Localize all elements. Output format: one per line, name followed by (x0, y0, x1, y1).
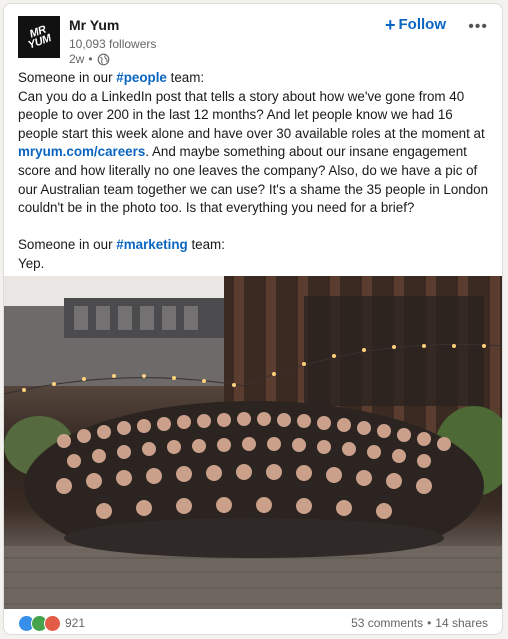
plus-icon: + (384, 14, 396, 35)
hashtag-people[interactable]: #people (116, 70, 167, 85)
body-line-1: Someone in our #people team: (18, 69, 492, 88)
team-photo[interactable] (4, 276, 502, 609)
post-meta: 2w • (69, 52, 110, 66)
careers-link[interactable]: mryum.com/careers (18, 144, 145, 159)
reaction-icons (18, 614, 61, 632)
globe-icon (97, 53, 109, 65)
more-options-button[interactable]: ••• (468, 18, 488, 36)
post-age: 2w (69, 52, 85, 66)
meta-separator: • (88, 52, 93, 66)
love-icon (44, 614, 61, 632)
follower-count: 10,093 followers (69, 37, 157, 51)
comments-count[interactable]: 53 comments (351, 616, 423, 630)
body-reply: Yep. (18, 255, 45, 271)
team-photo-illustration (4, 276, 502, 609)
body-paragraph: Can you do a LinkedIn post that tells a … (18, 88, 492, 218)
body-line-2: Someone in our #marketing team: (18, 236, 492, 255)
text-span: Can you do a LinkedIn post that tells a … (18, 88, 485, 141)
post-footer: 921 53 comments • 14 shares (18, 612, 488, 634)
stats-separator: • (427, 616, 432, 630)
hashtag-marketing[interactable]: #marketing (116, 237, 187, 252)
author-name[interactable]: Mr Yum (69, 17, 119, 33)
company-logo[interactable]: MR YUM (18, 16, 60, 58)
text-span: team: (166, 70, 205, 85)
text-span: team: (187, 237, 225, 253)
text-span: Someone in our (18, 237, 117, 253)
engagement-stats: 53 comments • 14 shares (351, 616, 488, 630)
post-header: MR YUM Mr Yum 10,093 followers 2w • + Fo… (18, 16, 490, 66)
follow-label: Follow (398, 16, 447, 33)
text-span: Someone in our (18, 70, 117, 85)
reactions-summary[interactable]: 921 (18, 614, 86, 632)
shares-count[interactable]: 14 shares (435, 616, 488, 630)
follow-button[interactable]: + Follow (384, 14, 447, 35)
reaction-count: 921 (65, 616, 86, 630)
post-card: MR YUM Mr Yum 10,093 followers 2w • + Fo… (3, 3, 503, 635)
post-body: Someone in our #people team: Can you do … (18, 69, 492, 274)
